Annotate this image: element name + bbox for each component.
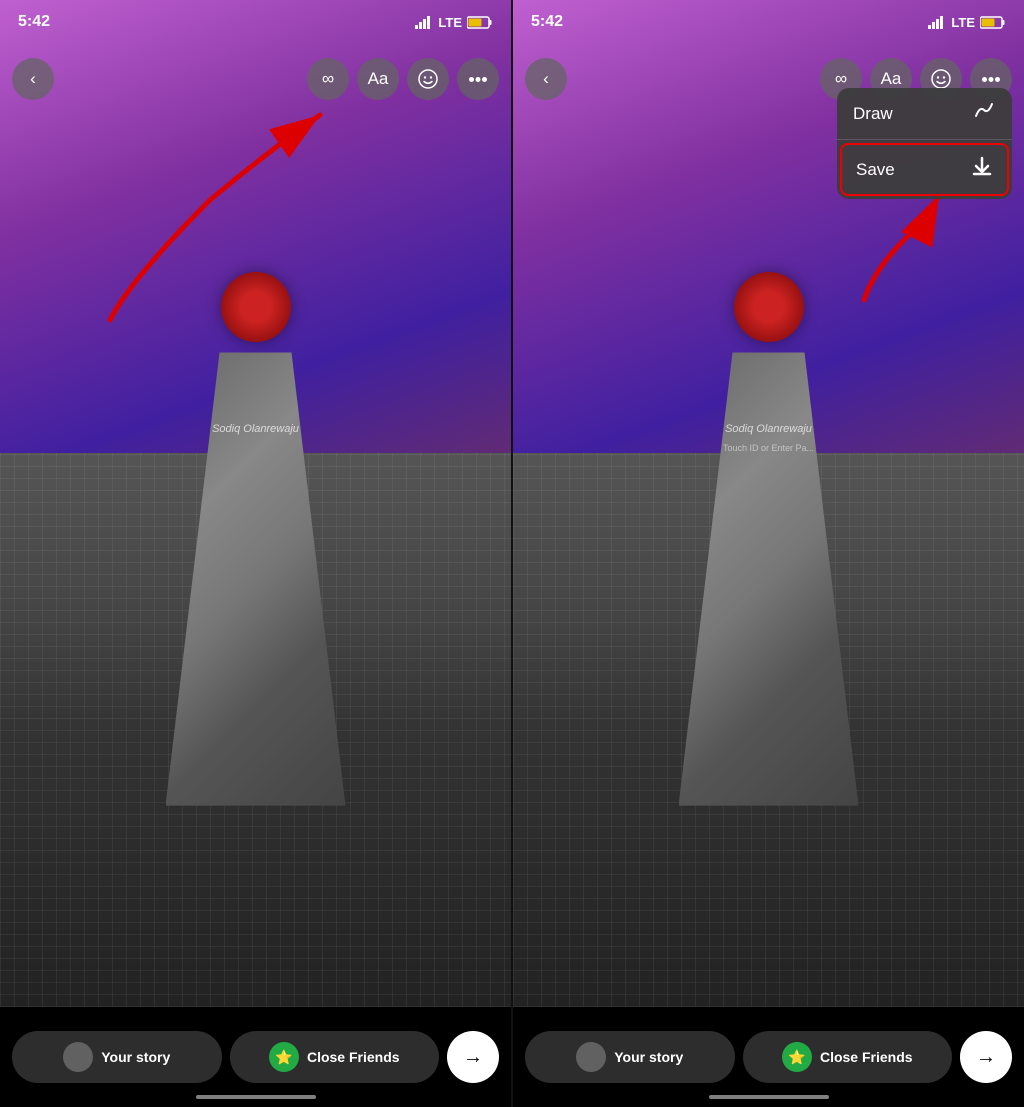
status-bar-left: 5:42 LTE	[0, 0, 511, 44]
your-story-button-right[interactable]: Your story	[525, 1031, 735, 1083]
battery-icon-right	[980, 16, 1006, 29]
lte-label-left: LTE	[438, 15, 462, 30]
signal-icon-right	[928, 16, 946, 29]
back-button-right[interactable]: ‹	[525, 58, 567, 100]
home-indicator-left	[196, 1095, 316, 1099]
send-button-right[interactable]: →	[960, 1031, 1012, 1083]
toolbar-left: ‹ ∞ Aa	[0, 44, 511, 114]
status-time-left: 5:42	[18, 13, 50, 31]
lte-label-right: LTE	[951, 15, 975, 30]
home-indicator-right	[709, 1095, 829, 1099]
rose-decoration-right	[734, 272, 804, 342]
draw-menu-item[interactable]: Draw	[837, 88, 1012, 140]
status-icons-right: LTE	[928, 15, 1006, 30]
more-button-left[interactable]	[457, 58, 499, 100]
avatar-left	[63, 1042, 93, 1072]
phone-stand-left	[166, 352, 346, 805]
bottom-bar-right: Your story ⭐ Close Friends →	[513, 1007, 1024, 1107]
dropdown-menu: Draw Save	[837, 88, 1012, 199]
close-friends-button-left[interactable]: ⭐ Close Friends	[230, 1031, 440, 1083]
save-label: Save	[856, 160, 895, 180]
bottom-bar-left: Your story ⭐ Close Friends →	[0, 1007, 511, 1107]
send-icon-left: →	[463, 1046, 483, 1069]
status-bar-right: 5:42 LTE	[513, 0, 1024, 44]
story-background-left: Sodiq Olanrewaju	[0, 0, 511, 1007]
avatar-right	[576, 1042, 606, 1072]
draw-label: Draw	[853, 104, 893, 124]
left-phone-screen: Sodiq Olanrewaju 5:42	[0, 0, 511, 1107]
close-friends-icon-left: ⭐	[269, 1042, 299, 1072]
phone-stand-right	[679, 352, 859, 805]
save-icon	[971, 156, 993, 183]
save-menu-item[interactable]: Save	[840, 143, 1009, 196]
send-button-left[interactable]: →	[447, 1031, 499, 1083]
back-button-left[interactable]: ‹	[12, 58, 54, 100]
text-button-left[interactable]: Aa	[357, 58, 399, 100]
signal-icon-left	[415, 16, 433, 29]
sticker-button-left[interactable]	[407, 58, 449, 100]
close-friends-label-left: Close Friends	[307, 1049, 400, 1065]
toolbar-right-left: ∞ Aa	[307, 58, 499, 100]
story-watermark2-right: Touch ID or Enter Pa...	[723, 443, 814, 453]
right-phone-screen: Sodiq Olanrewaju Touch ID or Enter Pa...…	[513, 0, 1024, 1107]
draw-icon	[974, 102, 996, 125]
infinity-button-left[interactable]: ∞	[307, 58, 349, 100]
close-friends-label-right: Close Friends	[820, 1049, 913, 1065]
status-icons-left: LTE	[415, 15, 493, 30]
send-icon-right: →	[976, 1046, 996, 1069]
story-watermark-left: Sodiq Olanrewaju	[212, 423, 299, 435]
rose-decoration-left	[221, 272, 291, 342]
status-time-right: 5:42	[531, 13, 563, 31]
your-story-label-left: Your story	[101, 1049, 170, 1065]
close-friends-icon-right: ⭐	[782, 1042, 812, 1072]
your-story-label-right: Your story	[614, 1049, 683, 1065]
story-watermark-right: Sodiq Olanrewaju	[725, 423, 812, 435]
your-story-button-left[interactable]: Your story	[12, 1031, 222, 1083]
close-friends-button-right[interactable]: ⭐ Close Friends	[743, 1031, 953, 1083]
battery-icon-left	[467, 16, 493, 29]
